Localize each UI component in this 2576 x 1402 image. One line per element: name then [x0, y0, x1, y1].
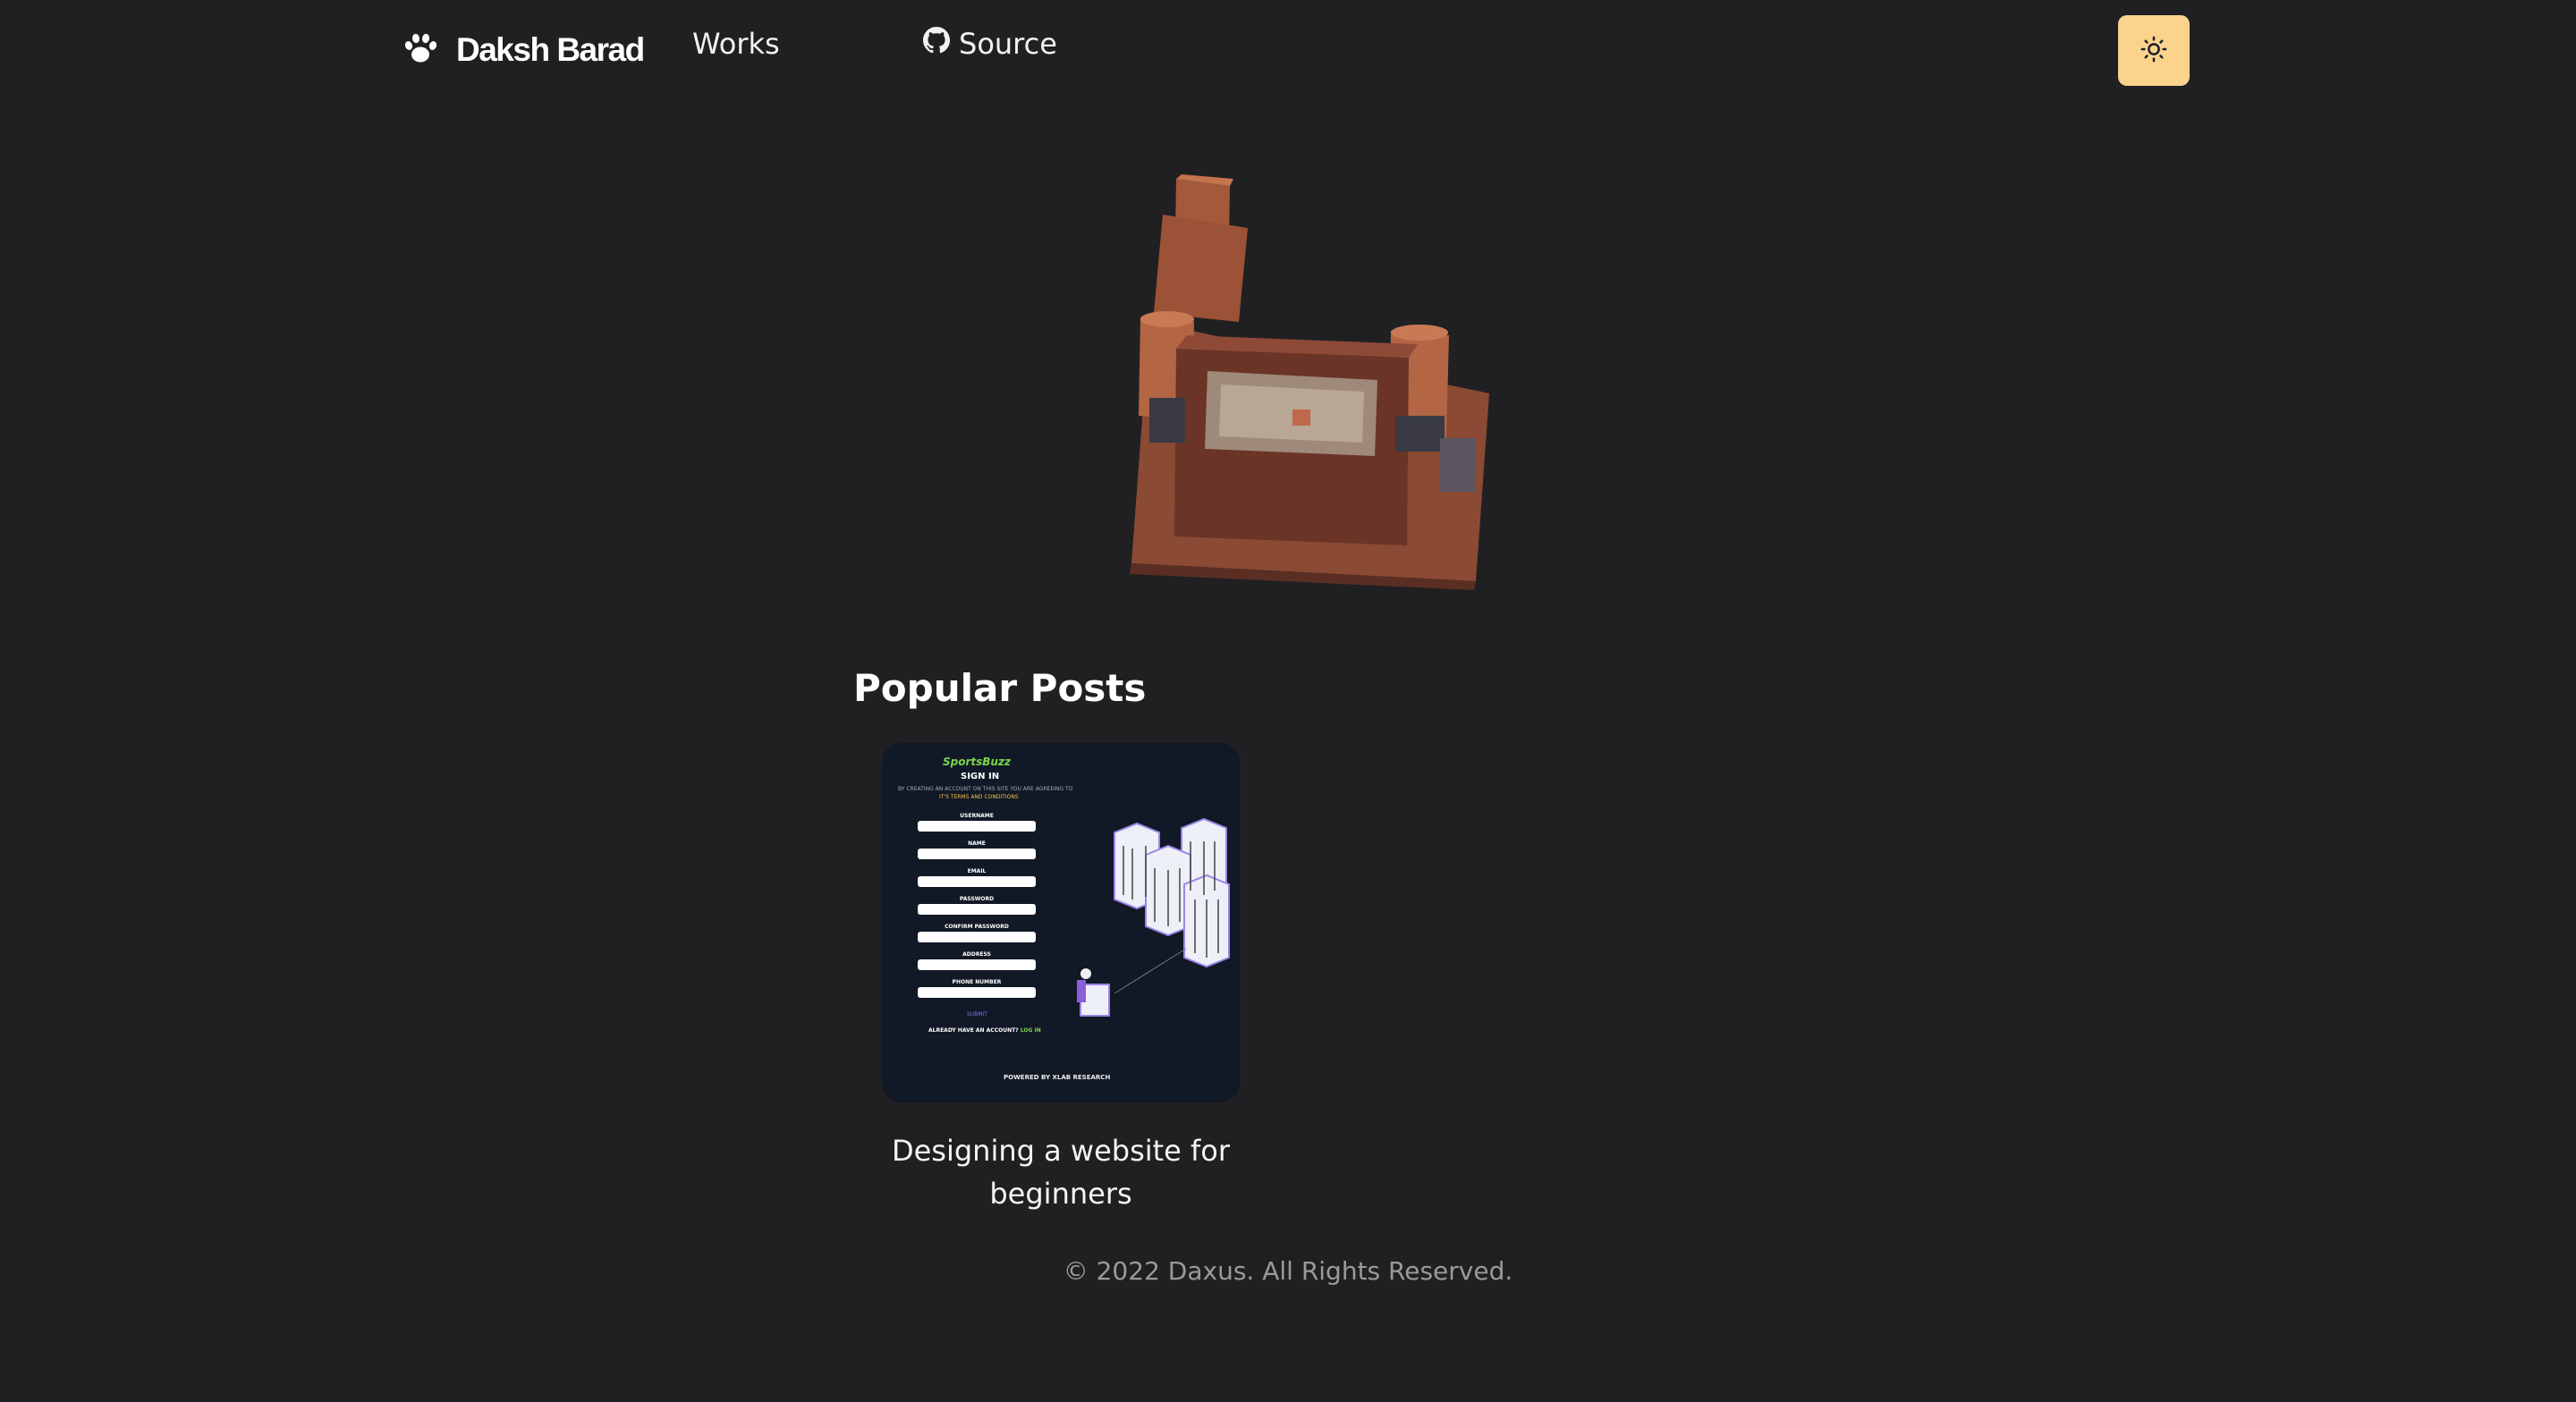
- popular-posts-heading: Popular Posts: [853, 666, 1147, 710]
- thumb-field: PHONE NUMBER: [918, 979, 1036, 998]
- thumb-field: EMAIL: [918, 868, 1036, 887]
- brand-name: Daksh Barad: [456, 31, 645, 68]
- voxel-room-icon: [1130, 174, 1489, 590]
- servers-illustration: [1077, 817, 1230, 1017]
- post-title[interactable]: Designing a website for beginners: [882, 1129, 1240, 1215]
- theme-toggle-button[interactable]: [2118, 15, 2190, 86]
- thumb-terms: IT'S TERMS AND CONDITIONS: [939, 794, 1019, 800]
- github-icon: [923, 27, 950, 61]
- thumb-field: CONFIRM PASSWORD: [918, 924, 1036, 942]
- thumb-submit: SUBMIT: [967, 1011, 987, 1018]
- thumb-already: ALREADY HAVE AN ACCOUNT? LOG IN: [928, 1027, 1041, 1034]
- hero-3d-model[interactable]: [1123, 170, 1498, 590]
- sun-icon: [2140, 36, 2167, 66]
- thumb-field: ADDRESS: [918, 951, 1036, 970]
- thumb-field: NAME: [918, 840, 1036, 859]
- thumb-field: PASSWORD: [918, 896, 1036, 915]
- nav-link-source-label: Source: [959, 27, 1057, 61]
- thumb-field: USERNAME: [918, 813, 1036, 832]
- thumb-brand: SportsBuzz: [943, 756, 1011, 768]
- thumb-heading: SIGN IN: [961, 772, 1000, 781]
- thumb-subtext: BY CREATING AN ACCOUNT ON THIS SITE YOU …: [898, 786, 1073, 792]
- post-thumbnail: SportsBuzz SIGN IN BY CREATING AN ACCOUN…: [882, 743, 1240, 1102]
- footer-copyright: © 2022 Daxus. All Rights Reserved.: [1063, 1256, 1513, 1286]
- paw-icon: [402, 30, 438, 70]
- post-card[interactable]: SportsBuzz SIGN IN BY CREATING AN ACCOUN…: [882, 743, 1240, 1215]
- thumb-powered: POWERED BY XLAB RESEARCH: [1004, 1074, 1111, 1081]
- top-navbar: Daksh Barad Works Source: [0, 0, 2576, 100]
- nav-link-works-label: Works: [692, 27, 780, 61]
- nav-link-works[interactable]: Works: [692, 27, 780, 61]
- brand-link[interactable]: Daksh Barad: [402, 25, 645, 75]
- nav-link-source[interactable]: Source: [923, 27, 1057, 61]
